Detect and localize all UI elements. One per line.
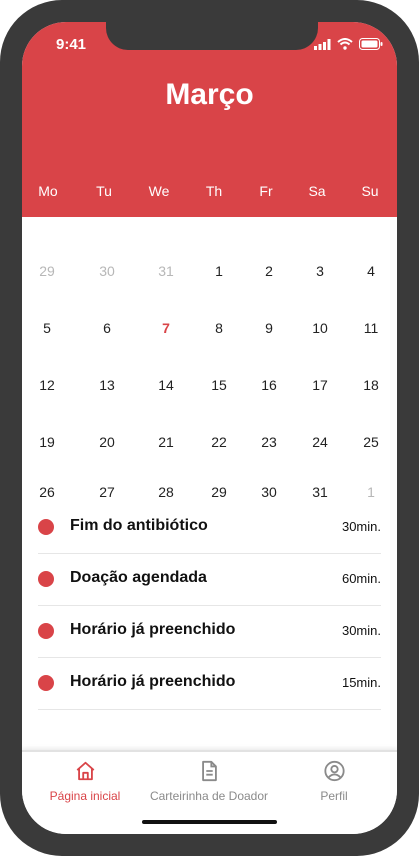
calendar-day[interactable]: 15	[201, 377, 237, 393]
calendar-day[interactable]: 8	[201, 320, 237, 336]
tab-profile[interactable]: Perfil	[272, 760, 397, 803]
calendar-day[interactable]: 16	[251, 377, 287, 393]
calendar-day[interactable]: 7	[148, 320, 184, 336]
app-screen: 9:41 Março Mo Tu We Th Fr Sa Su 29 30 31…	[22, 22, 397, 834]
calendar-day[interactable]: 24	[302, 434, 338, 450]
calendar-day[interactable]: 3	[302, 263, 338, 279]
event-title: Horário já preenchido	[70, 673, 236, 690]
calendar-day[interactable]: 25	[353, 434, 389, 450]
event-duration: 30min.	[341, 623, 381, 638]
calendar-day[interactable]: 19	[29, 434, 65, 450]
calendar-day[interactable]: 4	[353, 263, 389, 279]
user-circle-icon	[323, 760, 345, 782]
calendar-day[interactable]: 5	[29, 320, 65, 336]
calendar-day[interactable]: 30	[251, 484, 287, 500]
tab-profile-label: Perfil	[320, 789, 348, 803]
event-title: Horário já preenchido	[70, 621, 236, 638]
event-item[interactable]: Fim do antibiótico 30min.	[38, 502, 381, 554]
event-dot-icon	[38, 519, 54, 535]
weekday-label: Mo	[38, 183, 58, 199]
tab-home[interactable]: Página inicial	[23, 760, 148, 803]
calendar-day[interactable]: 17	[302, 377, 338, 393]
home-indicator	[142, 820, 277, 824]
event-list: Fim do antibiótico 30min. Doação agendad…	[38, 502, 381, 710]
calendar-day[interactable]: 11	[353, 320, 389, 336]
month-title: Março	[165, 78, 254, 111]
calendar-day[interactable]: 1	[201, 263, 237, 279]
weekday-label: Th	[205, 183, 223, 199]
calendar-day[interactable]: 1	[353, 484, 389, 500]
calendar-header: 9:41 Março Mo Tu We Th Fr Sa Su	[22, 22, 397, 217]
calendar-day[interactable]: 27	[89, 484, 125, 500]
notch	[106, 22, 318, 50]
calendar-day[interactable]: 20	[89, 434, 125, 450]
battery-icon	[359, 38, 383, 50]
phone-frame: 9:41 Março Mo Tu We Th Fr Sa Su 29 30 31…	[0, 0, 419, 856]
calendar-day[interactable]: 22	[201, 434, 237, 450]
event-item[interactable]: Doação agendada 60min.	[38, 554, 381, 606]
calendar-day[interactable]: 13	[89, 377, 125, 393]
tab-donor-card[interactable]: Carteirinha de Doador	[147, 760, 272, 803]
weekday-label: Su	[361, 183, 379, 199]
calendar-day[interactable]: 18	[353, 377, 389, 393]
tab-home-label: Página inicial	[49, 789, 121, 803]
status-icons	[314, 38, 383, 50]
wifi-icon	[337, 38, 353, 50]
event-duration: 15min.	[341, 675, 381, 690]
event-title: Fim do antibiótico	[70, 517, 208, 534]
calendar-day[interactable]: 2	[251, 263, 287, 279]
calendar-day[interactable]: 23	[251, 434, 287, 450]
tab-donor-card-label: Carteirinha de Doador	[149, 789, 269, 803]
calendar-day[interactable]: 14	[148, 377, 184, 393]
home-icon	[76, 761, 94, 781]
calendar-grid: 29 30 31 1 2 3 4 5 6 7 8 9 10 11 12 13 14 15 16 17 18 19 20 21 2…	[22, 217, 397, 507]
calendar-day[interactable]: 29	[201, 484, 237, 500]
calendar-day[interactable]: 10	[302, 320, 338, 336]
calendar-day[interactable]: 28	[148, 484, 184, 500]
signal-icon	[314, 38, 331, 50]
calendar-day[interactable]: 6	[89, 320, 125, 336]
status-time: 9:41	[56, 36, 87, 53]
event-dot-icon	[38, 623, 54, 639]
calendar-day[interactable]: 21	[148, 434, 184, 450]
event-duration: 30min.	[341, 519, 381, 534]
document-icon	[201, 760, 217, 782]
event-item[interactable]: Horário já preenchido 30min.	[38, 606, 381, 658]
weekday-label: Sa	[308, 183, 326, 199]
calendar-day[interactable]: 9	[251, 320, 287, 336]
calendar-day[interactable]: 30	[89, 263, 125, 279]
calendar-day[interactable]: 26	[29, 484, 65, 500]
calendar-day[interactable]: 31	[302, 484, 338, 500]
calendar-day[interactable]: 31	[148, 263, 184, 279]
calendar-day[interactable]: 29	[29, 263, 65, 279]
weekday-label: Fr	[259, 183, 273, 199]
weekday-label: We	[148, 183, 170, 199]
weekday-label: Tu	[96, 183, 112, 199]
event-dot-icon	[38, 675, 54, 691]
event-item[interactable]: Horário já preenchido 15min.	[38, 658, 381, 710]
event-dot-icon	[38, 571, 54, 587]
event-duration: 60min.	[341, 571, 381, 586]
calendar-day[interactable]: 12	[29, 377, 65, 393]
event-title: Doação agendada	[70, 569, 207, 586]
